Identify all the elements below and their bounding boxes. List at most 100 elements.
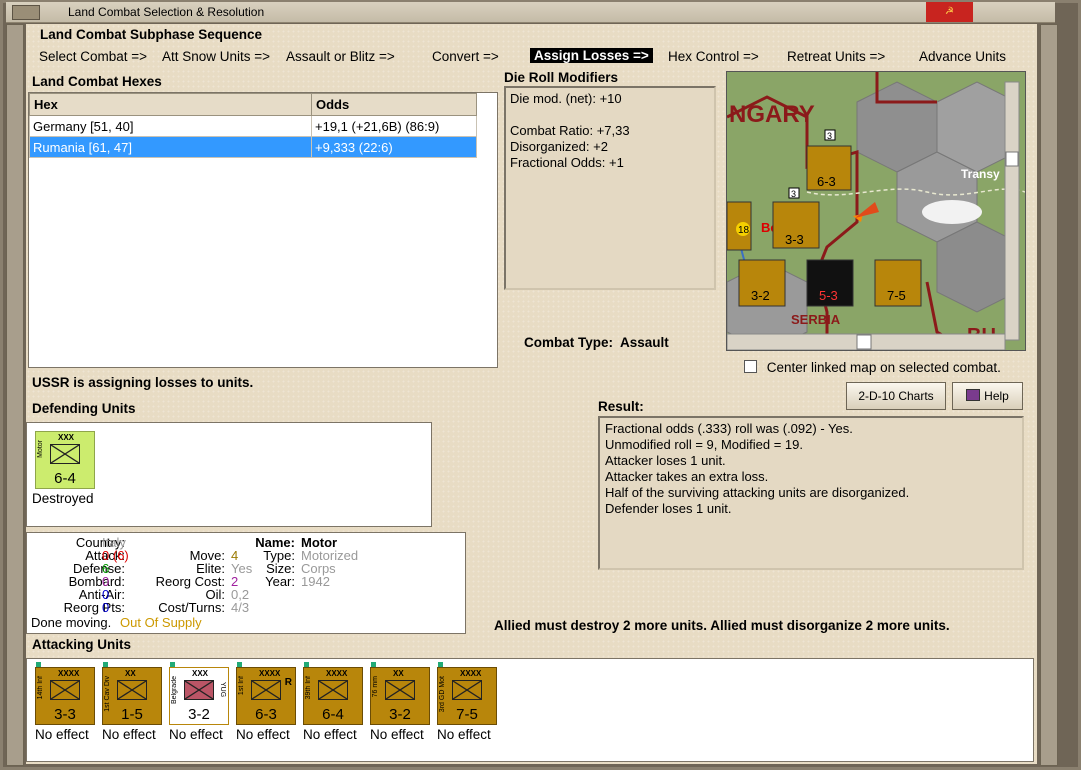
attacker-counter[interactable]: 1st Cav Div XX 1-5 xyxy=(102,662,162,725)
phase-retreat-units: Retreat Units => xyxy=(787,49,886,64)
counter-strength: 3-3 xyxy=(54,706,76,723)
table-row[interactable]: Germany [51, 40] +19,1 (+21,6B) (86:9) xyxy=(29,115,477,137)
unit-symbol-icon xyxy=(385,680,415,700)
map-label-transy: Transy xyxy=(961,167,1000,181)
counter-marker xyxy=(170,662,175,667)
result-line: Attacker loses 1 unit. xyxy=(605,453,726,468)
window: Land Combat Selection & Resolution ☭ Lan… xyxy=(0,0,1081,770)
map-vscroll-thumb[interactable] xyxy=(1005,151,1019,167)
counter-size: XXX xyxy=(58,433,75,442)
counter-strength: 6-4 xyxy=(54,470,76,487)
attacker-counter[interactable]: 1st Inf XXXX 6-3 R xyxy=(236,662,296,725)
combat-type-value: Assault xyxy=(620,335,669,350)
hexes-header: Land Combat Hexes xyxy=(32,74,162,89)
phase-convert: Convert => xyxy=(432,49,499,64)
help-button[interactable]: Help xyxy=(952,382,1023,410)
unit-symbol-icon xyxy=(117,680,147,700)
map-counter-strength: 5-3 xyxy=(819,288,838,303)
combat-type: Combat Type: Assault xyxy=(524,335,669,350)
attacking-header: Attacking Units xyxy=(32,637,132,652)
cost-turns-value: 4/3 xyxy=(231,600,250,615)
counter-size: XX xyxy=(125,669,136,678)
counter-marker xyxy=(304,662,309,667)
subphase-header: Land Combat Subphase Sequence xyxy=(40,27,263,42)
counter-strength: 3-2 xyxy=(188,706,210,723)
defender-counter[interactable]: Motor XXX 6-4 xyxy=(35,431,95,489)
counter-side-label: Belgrade xyxy=(171,676,178,705)
help-book-icon xyxy=(966,389,981,401)
counter-marker xyxy=(36,662,41,667)
hex-cell: Rumania [61, 47] xyxy=(29,136,312,158)
map-counter-strength: 6-3 xyxy=(817,174,836,189)
title-bar: Land Combat Selection & Resolution ☭ xyxy=(6,2,1055,23)
center-map-option[interactable]: Center linked map on selected combat. xyxy=(744,360,1001,375)
modifier-line: Combat Ratio: +7,33 xyxy=(510,123,630,138)
status-message: USSR is assigning losses to units. xyxy=(32,375,254,390)
unit-details-panel: Country: Italy Attack: 0 (6) Defense: 6 … xyxy=(26,532,466,634)
attacker-status: No effect xyxy=(236,727,290,742)
close-button[interactable]: ☭ xyxy=(926,2,973,22)
charts-button[interactable]: 2-D-10 Charts xyxy=(846,382,946,410)
window-title: Land Combat Selection & Resolution xyxy=(68,5,265,19)
phase-att-snow-units: Att Snow Units => xyxy=(162,49,271,64)
combat-type-label: Combat Type: xyxy=(524,335,614,350)
attacker-counter[interactable]: 14th Inf XXXX 3-3 xyxy=(35,662,95,725)
result-header: Result: xyxy=(598,399,644,414)
center-map-label: Center linked map on selected combat. xyxy=(766,360,1001,375)
left-border xyxy=(6,24,24,766)
map-stack-count: 3 xyxy=(791,189,796,199)
phase-hex-control: Hex Control => xyxy=(668,49,759,64)
phase-select-combat: Select Combat => xyxy=(39,49,148,64)
year-label: Year: xyxy=(265,574,295,589)
modifier-line: Fractional Odds: +1 xyxy=(510,155,624,170)
result-line: Fractional odds (.333) roll was (.092) -… xyxy=(605,421,853,436)
col-hex-header[interactable]: Hex xyxy=(29,93,312,116)
map-graphic: NGARY SERBIA Transy BU Be 18 6-3 3 3-3 3… xyxy=(727,72,1025,350)
result-line: Attacker takes an extra loss. xyxy=(605,469,769,484)
window-menu-icon[interactable] xyxy=(12,5,40,20)
mini-map[interactable]: NGARY SERBIA Transy BU Be 18 6-3 3 3-3 3… xyxy=(726,71,1026,351)
result-line: Unmodified roll = 9, Modified = 19. xyxy=(605,437,803,452)
map-hex-number: 18 xyxy=(738,225,750,236)
col-odds-header[interactable]: Odds xyxy=(311,93,477,116)
snow-area xyxy=(922,200,982,224)
attacker-counter[interactable]: 76 mm XX 3-2 xyxy=(370,662,430,725)
table-row-selected[interactable]: Rumania [61, 47] +9,333 (22:6) xyxy=(29,136,477,158)
counter-size: XXX xyxy=(192,669,209,678)
attacker-counter[interactable]: Belgrade XXX 3-2 YUG xyxy=(169,662,229,725)
attacker-status: No effect xyxy=(303,727,357,742)
attacker-counter[interactable]: 3rd GD Mot XXXX 7-5 xyxy=(437,662,497,725)
map-hscroll-thumb[interactable] xyxy=(856,334,872,350)
modifier-line xyxy=(510,107,710,123)
map-counter-strength: 3-2 xyxy=(751,288,770,303)
hex-cell: Germany [51, 40] xyxy=(29,115,312,137)
attacker-counter[interactable]: 39th Inf XXXX 6-4 xyxy=(303,662,363,725)
counter-size: XXXX xyxy=(259,669,281,678)
reorg-pts-value: 0 xyxy=(102,600,110,615)
map-vertical-scrollbar[interactable] xyxy=(1004,81,1020,341)
map-stack-count: 3 xyxy=(827,131,832,141)
attacker-status: No effect xyxy=(437,727,491,742)
counter-marker xyxy=(371,662,376,667)
phase-assign-losses: Assign Losses => xyxy=(530,48,653,63)
counter-side-label: 14th Inf xyxy=(37,676,44,700)
modifier-line: Disorganized: +2 xyxy=(510,139,608,154)
counter-strength: 1-5 xyxy=(121,706,143,723)
counter-size: XXXX xyxy=(58,669,80,678)
result-line: Half of the surviving attacking units ar… xyxy=(605,485,910,500)
counter-size: XXXX xyxy=(326,669,348,678)
center-map-checkbox[interactable] xyxy=(744,360,757,373)
counter-tag: YUG xyxy=(219,682,226,698)
help-label: Help xyxy=(984,389,1009,403)
defending-units-panel: Motor XXX 6-4 Destroyed xyxy=(26,422,432,527)
map-counter-strength: 3-3 xyxy=(785,232,804,247)
phase-assault-or-blitz: Assault or Blitz => xyxy=(286,49,395,64)
counter-size: XX xyxy=(393,669,404,678)
subphase-sequence: Select Combat => Att Snow Units => Assau… xyxy=(34,46,1024,68)
unit-symbol-icon xyxy=(50,680,80,700)
counter-side-label: 76 mm xyxy=(372,676,379,698)
map-label-hungary: NGARY xyxy=(729,101,815,128)
defender-status: Destroyed xyxy=(32,491,94,506)
unit-symbol-icon xyxy=(50,444,80,464)
attacker-status: No effect xyxy=(169,727,223,742)
